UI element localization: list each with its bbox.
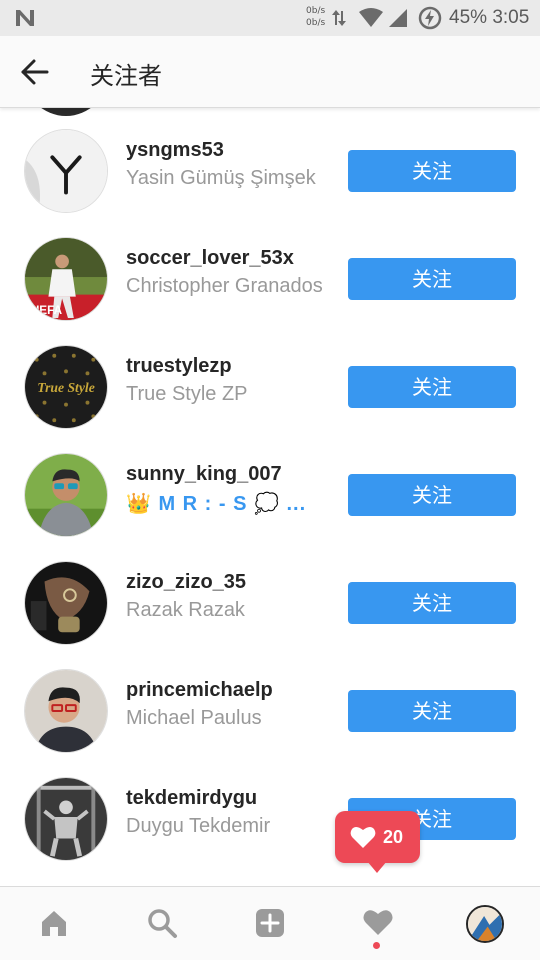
avatar[interactable] [24, 453, 108, 537]
status-bar: 0b/s 0b/s 45% 3:05 [0, 0, 540, 36]
add-icon [256, 909, 284, 937]
avatar[interactable]: UEFA [24, 237, 108, 321]
full-name: True Style ZP [126, 383, 248, 405]
list-item[interactable]: princemichaelp Michael Paulus 关注 [0, 656, 540, 764]
avatar[interactable]: True Style [24, 345, 108, 429]
battery-charging-icon [418, 6, 442, 30]
full-name: Razak Razak [126, 599, 245, 621]
header: 关注者 [0, 36, 540, 108]
list-item[interactable]: tekdemirdygu Duygu Tekdemir 关注 [0, 764, 540, 872]
full-name: Yasin Gümüş Şimşek [126, 167, 316, 189]
upload-speed: 0b/s [306, 6, 326, 16]
nav-search[interactable] [108, 887, 216, 960]
nav-home[interactable] [0, 887, 108, 960]
page-title: 关注者 [90, 62, 162, 90]
list-item[interactable]: zizo_zizo_35 Razak Razak 关注 [0, 548, 540, 656]
avatar[interactable] [24, 777, 108, 861]
full-name: Christopher Granados [126, 275, 323, 297]
list-item[interactable]: True Style truestylezp True Style ZP 关注 [0, 332, 540, 440]
nav-add[interactable] [216, 887, 324, 960]
notification-count: 20 [383, 827, 404, 847]
list-item[interactable]: ysngms53 Yasin Gümüş Şimşek 关注 [0, 116, 540, 224]
avatar[interactable] [24, 669, 108, 753]
username[interactable]: zizo_zizo_35 [126, 571, 246, 594]
nav-activity[interactable] [324, 887, 432, 960]
n-logo-icon [16, 10, 34, 26]
battery-time: 45% 3:05 [449, 7, 529, 29]
follow-button[interactable]: 关注 [348, 690, 516, 732]
username[interactable]: tekdemirdygu [126, 787, 257, 810]
full-name: Michael Paulus [126, 707, 262, 729]
full-name: Duygu Tekdemir [126, 815, 271, 837]
follow-button[interactable]: 关注 [348, 150, 516, 192]
avatar-logo-text: True Style [37, 380, 95, 395]
username[interactable]: sunny_king_007 [126, 463, 282, 486]
followers-list[interactable]: ysngms53 Yasin Gümüş Şimşek 关注 UEFA socc… [0, 108, 540, 886]
username[interactable]: truestylezp [126, 355, 232, 378]
full-name: 👑 M R : - S 💭 ... [126, 493, 307, 515]
wifi-icon [359, 8, 383, 27]
profile-avatar[interactable] [466, 905, 504, 943]
avatar[interactable] [24, 561, 108, 645]
arrow-left-icon[interactable] [20, 58, 50, 86]
home-icon [42, 911, 66, 936]
username[interactable]: princemichaelp [126, 679, 273, 702]
list-item[interactable]: sunny_king_007 👑 M R : - S 💭 ... 关注 [0, 440, 540, 548]
search-icon [148, 909, 177, 938]
activity-notification-bubble[interactable]: 20 [335, 811, 420, 873]
heart-icon [363, 910, 393, 935]
username[interactable]: soccer_lover_53x [126, 247, 294, 270]
battery-percent: 45% [449, 7, 488, 28]
svg-text:UEFA: UEFA [31, 304, 63, 317]
heart-icon [350, 826, 376, 848]
follow-button[interactable]: 关注 [348, 258, 516, 300]
avatar[interactable] [24, 129, 108, 213]
data-transfer-icon [332, 10, 346, 26]
cellular-signal-icon [389, 9, 407, 27]
follow-button[interactable]: 关注 [348, 366, 516, 408]
activity-dot [373, 942, 380, 949]
follow-button[interactable]: 关注 [348, 474, 516, 516]
clock: 3:05 [492, 7, 530, 28]
list-item[interactable]: UEFA soccer_lover_53x Christopher Granad… [0, 224, 540, 332]
download-speed: 0b/s [306, 18, 326, 28]
follow-button[interactable]: 关注 [348, 582, 516, 624]
username[interactable]: ysngms53 [126, 139, 224, 162]
bottom-nav [0, 886, 540, 960]
partial-avatar[interactable] [24, 108, 108, 116]
network-speed: 0b/s 0b/s [306, 5, 325, 29]
